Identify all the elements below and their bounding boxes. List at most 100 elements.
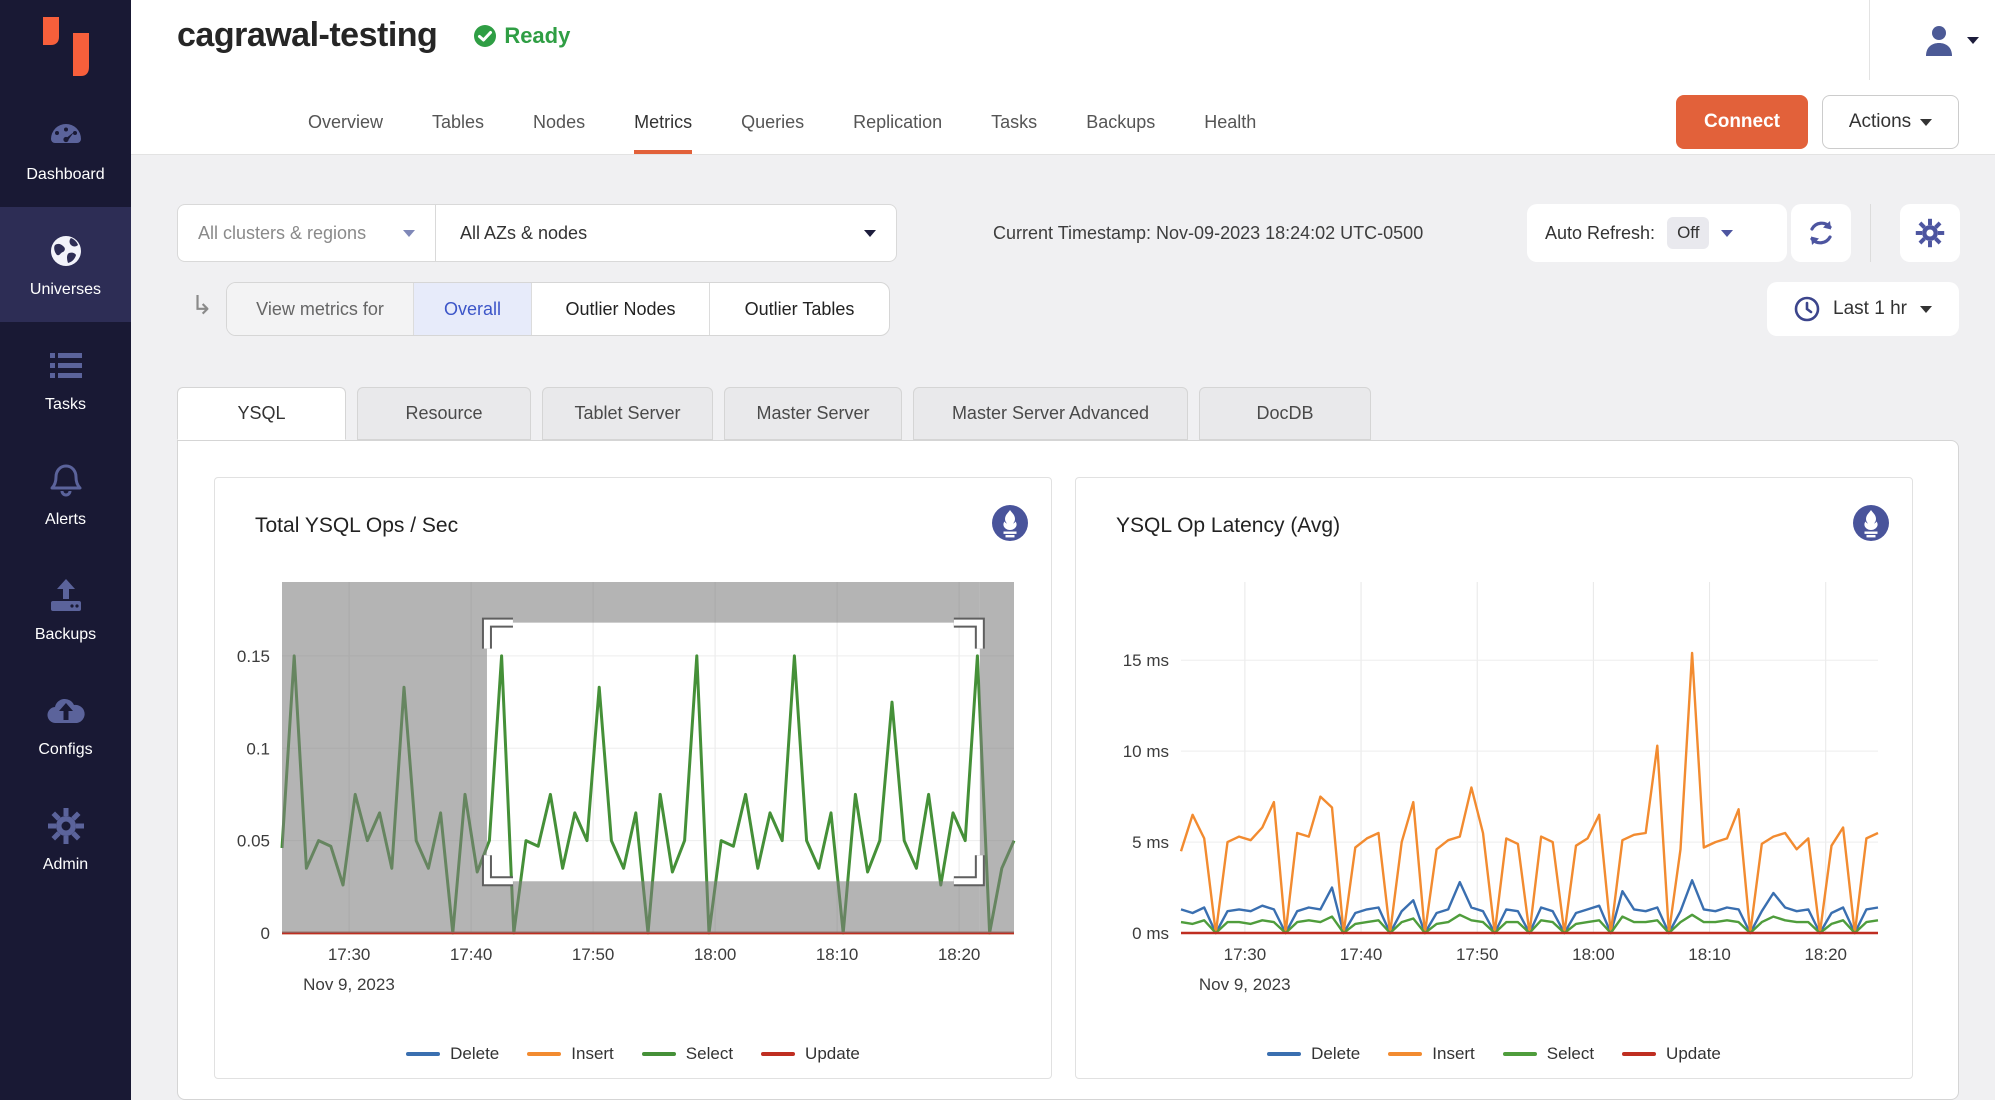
chart-card-total-ysql-ops: 17:3017:4017:5018:0018:1018:20Nov 9, 202… bbox=[214, 477, 1052, 1079]
sidebar-item-admin[interactable]: Admin bbox=[0, 782, 131, 897]
sidebar-item-universes[interactable]: Universes bbox=[0, 207, 131, 322]
status-badge: Ready bbox=[473, 23, 570, 49]
svg-text:0 ms: 0 ms bbox=[1132, 924, 1169, 943]
status-text: Ready bbox=[504, 23, 570, 49]
sidebar-item-label: Admin bbox=[43, 856, 88, 874]
svg-text:17:30: 17:30 bbox=[328, 945, 371, 964]
chart-legend: Delete Insert Select Update bbox=[1076, 1044, 1912, 1064]
sidebar-item-label: Configs bbox=[38, 741, 92, 759]
chevron-down-icon bbox=[1920, 119, 1932, 126]
sidebar-item-configs[interactable]: Configs bbox=[0, 667, 131, 782]
refresh-button[interactable] bbox=[1791, 204, 1851, 262]
legend-item-select[interactable]: Select bbox=[642, 1044, 733, 1064]
sidebar-item-backups[interactable]: Backups bbox=[0, 552, 131, 667]
legend-swatch bbox=[527, 1052, 561, 1056]
auto-refresh-value: Off bbox=[1667, 217, 1709, 249]
legend-label: Insert bbox=[571, 1044, 614, 1064]
sidebar-item-alerts[interactable]: Alerts bbox=[0, 437, 131, 552]
metrics-for-outlier-tables[interactable]: Outlier Tables bbox=[710, 283, 889, 335]
tab-replication[interactable]: Replication bbox=[853, 112, 942, 154]
actions-label: Actions bbox=[1849, 111, 1911, 133]
cluster-region-placeholder: All clusters & regions bbox=[198, 223, 366, 244]
cloud-upload-icon bbox=[44, 691, 88, 731]
legend-item-update[interactable]: Update bbox=[1622, 1044, 1721, 1064]
time-range-button[interactable]: Last 1 hr bbox=[1767, 282, 1959, 336]
tab-tasks[interactable]: Tasks bbox=[991, 112, 1037, 154]
legend-item-insert[interactable]: Insert bbox=[527, 1044, 614, 1064]
metric-tab-docdb[interactable]: DocDB bbox=[1199, 387, 1371, 440]
metric-tab-ysql[interactable]: YSQL bbox=[177, 387, 346, 440]
user-avatar-icon bbox=[1921, 22, 1957, 58]
legend-item-delete[interactable]: Delete bbox=[406, 1044, 499, 1064]
legend-swatch bbox=[406, 1052, 440, 1056]
settings-button[interactable] bbox=[1900, 204, 1960, 262]
total-ysql-ops-chart[interactable]: 17:3017:4017:5018:0018:1018:20Nov 9, 202… bbox=[215, 478, 1051, 1008]
metrics-content: All clusters & regions All AZs & nodes C… bbox=[131, 155, 1995, 1100]
metrics-for-segmented-control: View metrics for Overall Outlier Nodes O… bbox=[226, 282, 890, 336]
auto-refresh-control[interactable]: Auto Refresh: Off bbox=[1527, 204, 1787, 262]
svg-text:18:10: 18:10 bbox=[1688, 945, 1731, 964]
sidebar-item-tasks[interactable]: Tasks bbox=[0, 322, 131, 437]
sidebar-item-label: Alerts bbox=[45, 511, 86, 529]
svg-text:0.1: 0.1 bbox=[246, 739, 270, 758]
prometheus-icon[interactable] bbox=[991, 504, 1029, 547]
globe-icon bbox=[44, 231, 88, 271]
dashboard-gauge-icon bbox=[44, 116, 88, 156]
tab-tables[interactable]: Tables bbox=[432, 112, 484, 154]
legend-swatch bbox=[1503, 1052, 1537, 1056]
gear-icon bbox=[44, 806, 88, 846]
connect-button[interactable]: Connect bbox=[1676, 95, 1808, 149]
yugabyte-logo[interactable] bbox=[0, 0, 131, 92]
metric-tab-resource[interactable]: Resource bbox=[357, 387, 531, 440]
chevron-down-icon bbox=[864, 230, 876, 237]
svg-text:Nov 9, 2023: Nov 9, 2023 bbox=[1199, 975, 1291, 994]
svg-text:17:30: 17:30 bbox=[1224, 945, 1267, 964]
metric-tab-master-server[interactable]: Master Server bbox=[724, 387, 902, 440]
svg-text:17:50: 17:50 bbox=[572, 945, 615, 964]
metrics-for-row: ↳ View metrics for Overall Outlier Nodes… bbox=[177, 282, 1959, 336]
chevron-down-icon bbox=[1721, 230, 1733, 237]
chart-title: YSQL Op Latency (Avg) bbox=[1116, 514, 1340, 538]
tab-health[interactable]: Health bbox=[1204, 112, 1256, 154]
task-list-icon bbox=[44, 346, 88, 386]
tab-overview[interactable]: Overview bbox=[308, 112, 383, 154]
topbar: cagrawal-testing Ready Overview Tables N… bbox=[131, 0, 1995, 155]
legend-item-delete[interactable]: Delete bbox=[1267, 1044, 1360, 1064]
svg-text:18:00: 18:00 bbox=[694, 945, 737, 964]
ysql-op-latency-chart[interactable]: 17:3017:4017:5018:0018:1018:20Nov 9, 202… bbox=[1076, 478, 1912, 1008]
metrics-for-overall[interactable]: Overall bbox=[414, 283, 532, 335]
cluster-region-select[interactable]: All clusters & regions bbox=[177, 204, 435, 262]
svg-text:17:40: 17:40 bbox=[450, 945, 493, 964]
legend-label: Insert bbox=[1432, 1044, 1475, 1064]
legend-item-update[interactable]: Update bbox=[761, 1044, 860, 1064]
tab-nodes[interactable]: Nodes bbox=[533, 112, 585, 154]
user-menu[interactable] bbox=[1921, 22, 1979, 58]
legend-item-insert[interactable]: Insert bbox=[1388, 1044, 1475, 1064]
svg-text:5 ms: 5 ms bbox=[1132, 833, 1169, 852]
svg-text:18:00: 18:00 bbox=[1572, 945, 1615, 964]
legend-label: Update bbox=[1666, 1044, 1721, 1064]
refresh-icon bbox=[1806, 218, 1836, 248]
sidebar-item-label: Tasks bbox=[45, 396, 86, 414]
metrics-for-outlier-nodes[interactable]: Outlier Nodes bbox=[532, 283, 710, 335]
actions-button[interactable]: Actions bbox=[1822, 95, 1959, 149]
chevron-down-icon bbox=[1920, 306, 1932, 313]
svg-text:17:40: 17:40 bbox=[1340, 945, 1383, 964]
prometheus-icon[interactable] bbox=[1852, 504, 1890, 547]
az-node-select[interactable]: All AZs & nodes bbox=[435, 204, 897, 262]
bell-icon bbox=[44, 461, 88, 501]
page-title: cagrawal-testing bbox=[177, 16, 437, 55]
metric-tab-tablet-server[interactable]: Tablet Server bbox=[542, 387, 713, 440]
chart-title: Total YSQL Ops / Sec bbox=[255, 514, 458, 538]
sidebar-item-dashboard[interactable]: Dashboard bbox=[0, 92, 131, 207]
chevron-down-icon bbox=[403, 230, 415, 237]
legend-item-select[interactable]: Select bbox=[1503, 1044, 1594, 1064]
tab-backups[interactable]: Backups bbox=[1086, 112, 1155, 154]
metric-tab-master-server-advanced[interactable]: Master Server Advanced bbox=[913, 387, 1188, 440]
legend-label: Select bbox=[1547, 1044, 1594, 1064]
legend-swatch bbox=[761, 1052, 795, 1056]
legend-swatch bbox=[1388, 1052, 1422, 1056]
tab-metrics[interactable]: Metrics bbox=[634, 112, 692, 154]
svg-text:0.15: 0.15 bbox=[237, 647, 270, 666]
tab-queries[interactable]: Queries bbox=[741, 112, 804, 154]
